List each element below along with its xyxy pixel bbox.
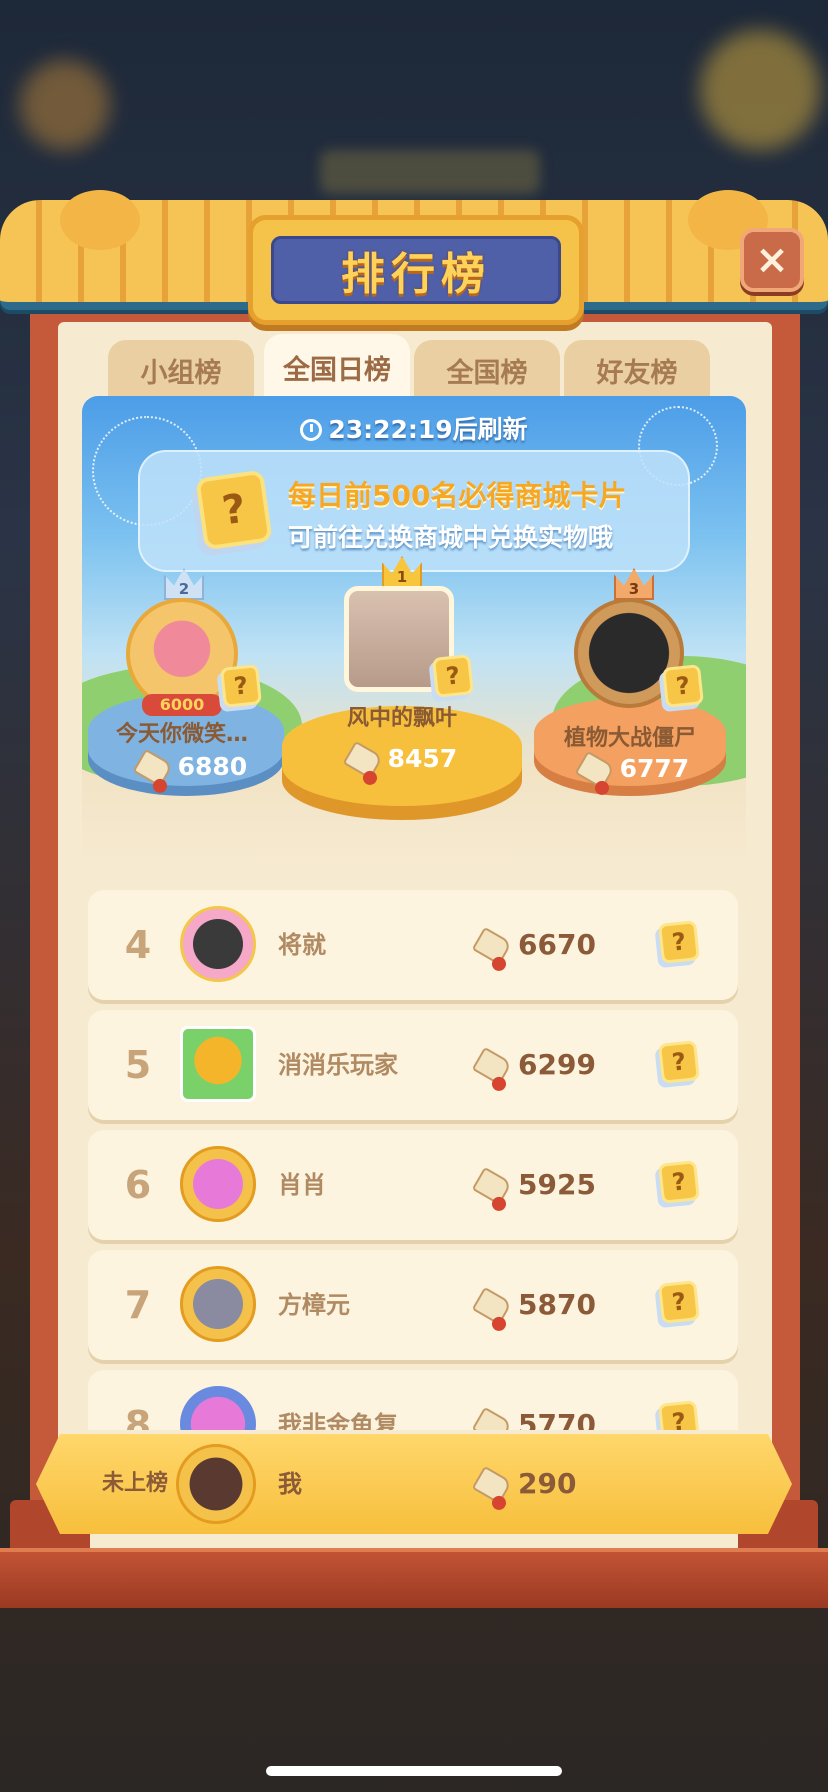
card-icon: ? <box>658 1040 700 1084</box>
tab-group[interactable]: 小组榜 <box>108 340 254 400</box>
player-score: 6777 <box>544 750 724 790</box>
card-icon: ? <box>662 664 704 708</box>
brush-icon <box>471 1166 513 1206</box>
player-score: 8457 <box>302 740 502 780</box>
card-icon: ? <box>195 469 273 551</box>
rank-number: 7 <box>124 1283 152 1327</box>
card-icon: ? <box>658 1160 700 1204</box>
close-button[interactable]: × <box>740 228 804 292</box>
banner-subtext: 可前往兑换商城中兑换实物哦 <box>288 523 614 552</box>
ranking-list[interactable]: 4 将就 6670 ? 5 消消乐玩家 6299 ? 6 肖肖 5925 ? 7… <box>88 890 738 1430</box>
level-badge: 6000 <box>142 694 222 716</box>
my-name: 我 <box>278 1470 302 1498</box>
panel-base <box>0 1548 828 1608</box>
rank-number: 5 <box>124 1043 152 1087</box>
rank-number: 4 <box>124 923 152 967</box>
player-score: 5770 <box>471 1370 596 1430</box>
tab-bar: 小组榜 全国日榜 全国榜 好友榜 <box>108 334 718 400</box>
card-icon: ? <box>220 664 262 708</box>
player-name: 方樟元 <box>278 1291 350 1319</box>
crown-icon: 2 <box>164 568 204 600</box>
list-item[interactable]: 8 我非金鱼复 5770 ? <box>88 1370 738 1430</box>
avatar <box>180 1146 256 1222</box>
tab-national[interactable]: 全国榜 <box>414 340 560 400</box>
roof-ornament-left <box>60 190 140 250</box>
timer-text: 23:22:19后刷新 <box>328 415 528 444</box>
player-name: 我非金鱼复 <box>278 1411 398 1430</box>
list-item[interactable]: 5 消消乐玩家 6299 ? <box>88 1010 738 1120</box>
podium-second[interactable]: 2 6000 ? 今天你微笑… 6880 <box>82 566 302 866</box>
player-score: 5925 <box>471 1130 596 1240</box>
avatar <box>180 1266 256 1342</box>
podium-panel: 23:22:19后刷新 ? 每日前500名必得商城卡片 可前往兑换商城中兑换实物… <box>82 396 746 866</box>
player-name: 肖肖 <box>278 1171 326 1199</box>
banner-headline: 每日前500名必得商城卡片 <box>288 479 627 512</box>
podium-first[interactable]: 1 ? 风中的飘叶 8457 <box>282 556 542 866</box>
brush-icon <box>471 1046 513 1086</box>
brush-icon <box>471 1465 513 1505</box>
player-score: 6670 <box>471 890 596 1000</box>
my-rank-label: 未上榜 <box>102 1471 169 1496</box>
player-name: 风中的飘叶 <box>346 706 457 731</box>
home-indicator[interactable] <box>266 1766 562 1776</box>
brush-icon <box>471 926 513 966</box>
title-plate: 排行榜 <box>248 215 584 325</box>
tab-label: 全国榜 <box>446 357 528 389</box>
my-score: 290 <box>471 1434 576 1534</box>
crown-icon: 1 <box>382 556 422 588</box>
list-item[interactable]: 6 肖肖 5925 ? <box>88 1130 738 1240</box>
card-icon: ? <box>432 654 474 698</box>
close-icon: × <box>755 237 789 283</box>
rank-number: 6 <box>124 1163 152 1207</box>
tab-label: 全国日榜 <box>283 354 391 386</box>
player-name: 今天你微笑… <box>115 722 248 747</box>
my-rank-bar[interactable]: 未上榜 我 290 <box>36 1434 792 1534</box>
rank-number: 8 <box>124 1403 152 1430</box>
player-name: 将就 <box>278 931 326 959</box>
list-item[interactable]: 7 方樟元 5870 ? <box>88 1250 738 1360</box>
tab-label: 好友榜 <box>596 357 678 389</box>
tab-national-daily[interactable]: 全国日榜 <box>264 334 410 400</box>
crown-icon: 3 <box>614 568 654 600</box>
clock-icon <box>300 419 323 441</box>
brush-icon <box>471 1406 513 1430</box>
page-title: 排行榜 <box>341 249 491 300</box>
avatar <box>180 1026 256 1102</box>
tab-label: 小组榜 <box>140 357 222 389</box>
list-item[interactable]: 4 将就 6670 ? <box>88 890 738 1000</box>
card-icon: ? <box>658 920 700 964</box>
player-name: 消消乐玩家 <box>278 1051 398 1079</box>
avatar <box>176 1444 256 1524</box>
brush-icon <box>471 1286 513 1326</box>
player-score: 5870 <box>471 1250 596 1360</box>
reward-banner: ? 每日前500名必得商城卡片 可前往兑换商城中兑换实物哦 <box>138 450 690 572</box>
card-icon: ? <box>658 1280 700 1324</box>
player-score: 6880 <box>102 748 282 788</box>
podium-third[interactable]: 3 ? 植物大战僵尸 6777 <box>534 566 746 866</box>
refresh-timer: 23:22:19后刷新 <box>82 410 746 446</box>
player-score: 6299 <box>471 1010 596 1120</box>
card-icon: ? <box>658 1400 700 1430</box>
avatar <box>180 1386 256 1430</box>
player-name: 植物大战僵尸 <box>563 726 696 751</box>
title-inner: 排行榜 <box>271 236 561 304</box>
avatar <box>180 906 256 982</box>
tab-friends[interactable]: 好友榜 <box>564 340 710 400</box>
